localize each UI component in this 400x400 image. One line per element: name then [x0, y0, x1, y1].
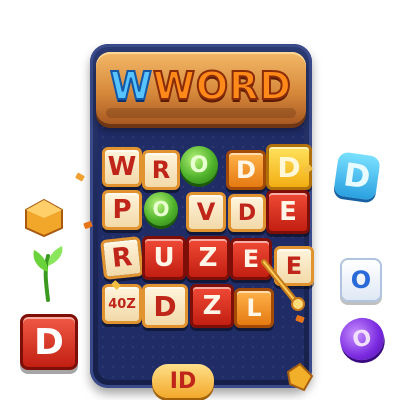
tile-letter: O — [189, 152, 209, 178]
floating-o-right-bottom: O — [335, 313, 389, 365]
tile-letter: 40Z — [108, 296, 136, 312]
title-plank: WWORD — [96, 52, 306, 124]
title-first-letter: W — [109, 63, 153, 109]
tile-r1c2[interactable]: R — [142, 150, 180, 190]
tile-letter: D — [153, 289, 177, 323]
floating-d-left: D — [20, 314, 78, 370]
floating-letter: D — [341, 155, 373, 197]
tile-letter: D — [277, 150, 301, 184]
tile-letter: R — [110, 242, 134, 274]
game-scene: WWORD W R O D D P O V D E R U Z E E 40Z … — [0, 0, 400, 400]
tile-letter: W — [107, 152, 137, 182]
gold-cube-icon — [25, 198, 63, 238]
floating-o-right-mid: O — [340, 258, 382, 302]
floating-letter: O — [349, 324, 375, 354]
tile-r2c4[interactable]: D — [228, 194, 266, 232]
floating-letter: O — [350, 266, 372, 294]
tile-r3c3[interactable]: Z — [186, 236, 230, 280]
game-title: WWORD — [96, 63, 306, 109]
floating-id-bottom: ID — [152, 364, 214, 398]
tile-letter: D — [237, 200, 257, 226]
tile-letter: Z — [202, 291, 222, 321]
tile-letter: E — [279, 197, 297, 227]
tile-letter: R — [151, 156, 171, 184]
sprout-icon — [33, 246, 63, 302]
floating-letter: D — [34, 321, 64, 363]
tile-r1c1[interactable]: W — [102, 147, 142, 187]
tile-r4c2[interactable]: D — [142, 284, 188, 328]
tile-r1c4[interactable]: D — [226, 150, 266, 190]
tile-r1c3[interactable]: O — [180, 146, 218, 184]
tile-r4c3[interactable]: Z — [190, 284, 234, 328]
tile-r2c3[interactable]: V — [186, 192, 226, 232]
tile-letter: D — [236, 156, 256, 184]
tile-r4c1[interactable]: 40Z — [102, 284, 142, 324]
tile-r3c1[interactable]: R — [100, 236, 144, 280]
tile-letter: P — [112, 195, 132, 225]
floating-d-right-top: D — [333, 151, 381, 201]
tile-letter: O — [152, 197, 170, 221]
title-word: WORD — [152, 63, 292, 109]
tile-r2c1[interactable]: P — [102, 190, 142, 230]
tile-letter: Z — [198, 243, 218, 273]
gold-shard-icon — [286, 362, 314, 392]
tile-letter: V — [196, 198, 216, 226]
floating-letter: ID — [169, 368, 197, 394]
tile-r3c2[interactable]: U — [142, 236, 186, 280]
tile-r2c5[interactable]: E — [266, 190, 310, 234]
tile-letter: U — [153, 243, 175, 273]
confetti-piece — [75, 172, 85, 182]
tile-r2c2[interactable]: O — [144, 192, 178, 226]
wand-icon — [261, 259, 305, 311]
